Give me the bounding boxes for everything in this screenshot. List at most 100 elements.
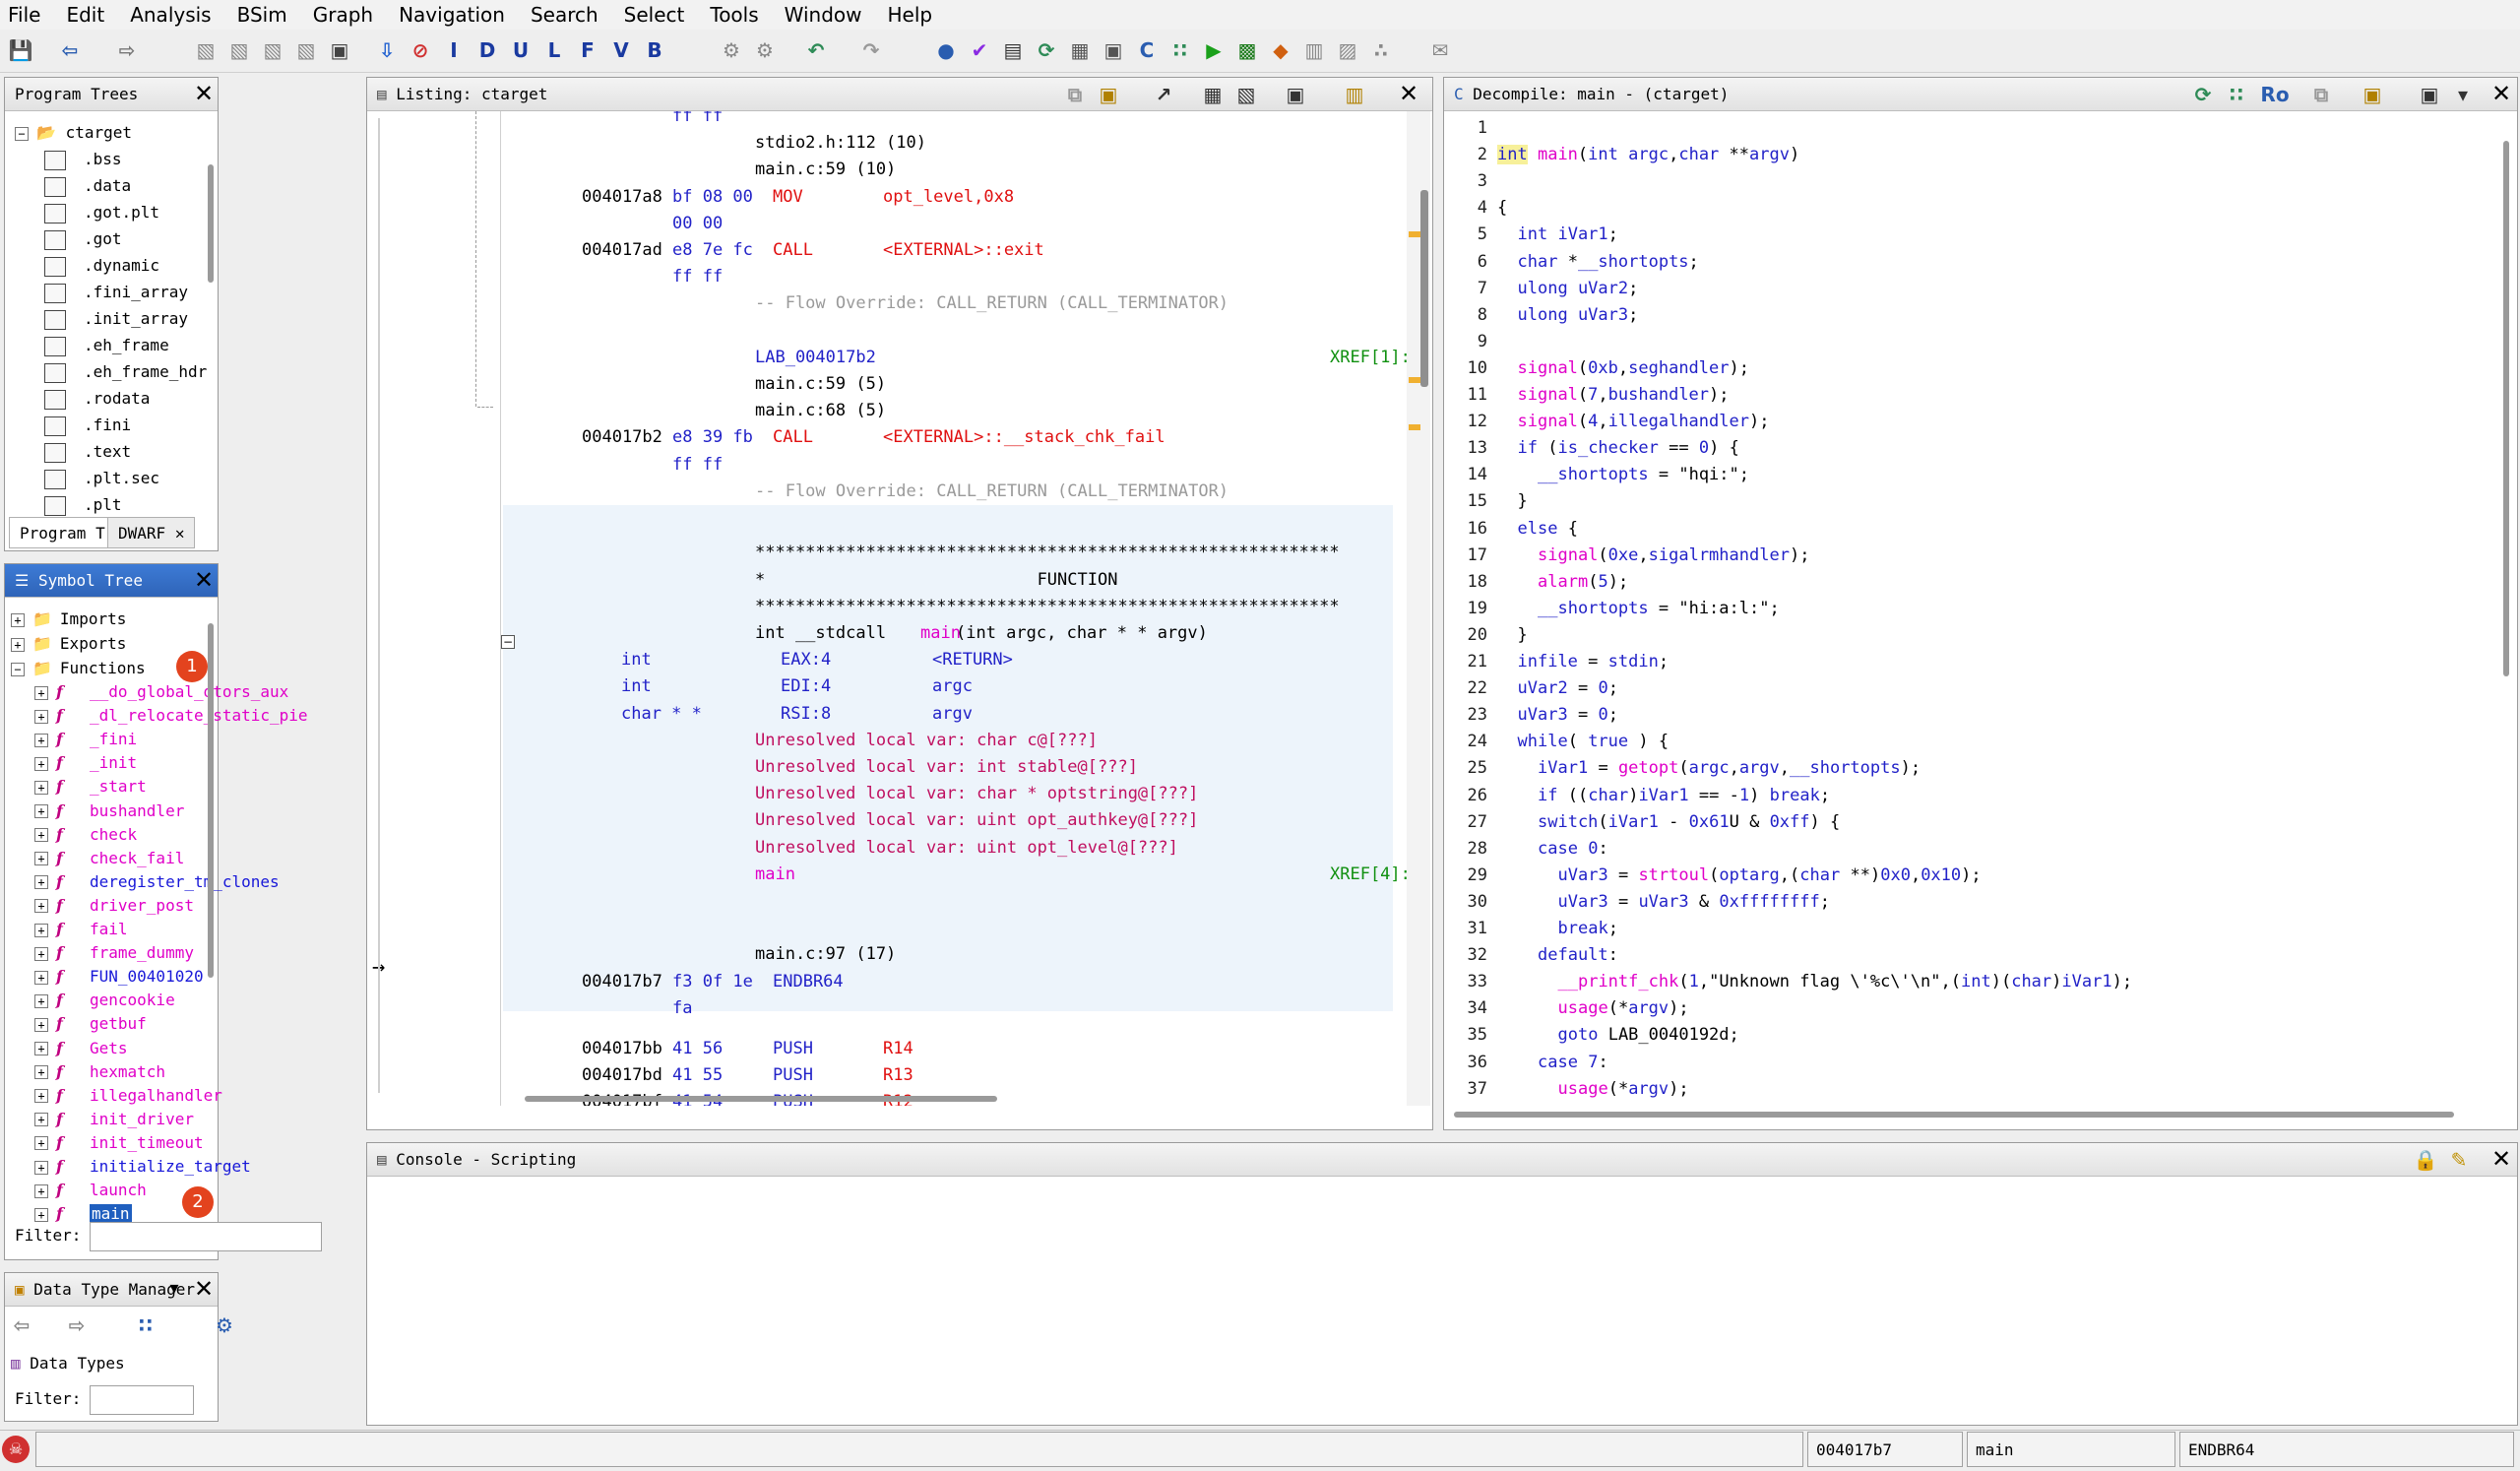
expand-icon[interactable]: + (34, 993, 48, 1008)
camera-icon[interactable]: ▣ (1101, 37, 1126, 63)
tree-icon[interactable]: ∴ (1368, 37, 1394, 63)
function-item[interactable]: + f _fini (34, 728, 137, 751)
expand-icon[interactable]: + (34, 1183, 48, 1198)
function-item[interactable]: + f Gets (34, 1037, 128, 1060)
symbol-tree-scrollbar[interactable] (208, 623, 214, 978)
listing-line[interactable]: 00 00 (503, 211, 1393, 237)
data-types-root[interactable]: ▥ Data Types (11, 1352, 125, 1375)
listing-line[interactable]: stdio2.h:112 (10) (503, 130, 1393, 157)
decompile-body[interactable]: 1 2 int main(int argc,char **argv) 3 4{5 int… (1444, 113, 2497, 1098)
graph-icon[interactable]: ∷ (1167, 37, 1193, 63)
function-item[interactable]: + f init_timeout (34, 1131, 204, 1155)
listing-scrollbar[interactable] (1420, 190, 1428, 387)
function-item[interactable]: + f frame_dummy (34, 941, 194, 965)
listing-line[interactable]: Unresolved local var: uint opt_authkey@[… (503, 807, 1393, 834)
cursor-icon[interactable]: ↗ (1151, 82, 1176, 107)
ghidra-dragon-icon[interactable]: ☠ (2, 1436, 30, 1463)
function-item[interactable]: + f deregister_tm_clones (34, 870, 280, 894)
table-icon[interactable]: ▥ (1301, 37, 1327, 63)
decompile-line[interactable]: 18 alarm(5); (1444, 569, 2497, 596)
listing-line[interactable]: -- Flow Override: CALL_RETURN (CALL_TERM… (503, 290, 1393, 317)
close-icon[interactable]: ✕ (1397, 82, 1420, 105)
back-icon[interactable]: ⇦ (9, 1312, 34, 1338)
forward-icon[interactable]: ⇨ (64, 1312, 90, 1338)
decompile-hscrollbar[interactable] (1454, 1112, 2454, 1118)
listing-line[interactable]: ff ff (503, 452, 1393, 479)
expand-icon[interactable]: + (34, 1207, 48, 1222)
tree-item[interactable]: .rodata (44, 387, 150, 411)
decompile-line[interactable]: 10 signal(0xb,seghandler); (1444, 355, 2497, 382)
menu-edit[interactable]: Edit (66, 3, 104, 27)
tab-dwarf[interactable]: DWARF ✕ (107, 517, 196, 548)
copy-icon[interactable]: ⧉ (2308, 82, 2334, 107)
listing-line[interactable]: -- Flow Override: CALL_RETURN (CALL_TERM… (503, 479, 1393, 505)
copy-icon[interactable]: ⧉ (1062, 82, 1088, 107)
expand-icon[interactable]: + (34, 685, 48, 700)
decompile-line[interactable]: 9 (1444, 329, 2497, 355)
expand-icon[interactable]: + (34, 875, 48, 890)
listing-line[interactable]: 004017b2 e8 39 fb CALL <EXTERNAL>::__stack_… (503, 424, 1393, 451)
menu-graph[interactable]: Graph (313, 3, 373, 27)
function-item[interactable]: + f init_driver (34, 1108, 194, 1131)
menu-navigation[interactable]: Navigation (399, 3, 505, 27)
function-item[interactable]: + f check_fail (34, 847, 184, 870)
decompile-line[interactable]: 17 signal(0xe,sigalrmhandler); (1444, 543, 2497, 569)
menu-search[interactable]: Search (531, 3, 598, 27)
listing-hscrollbar[interactable] (525, 1096, 997, 1102)
function-item[interactable]: + f __do_global_dtors_aux (34, 680, 288, 704)
expand-icon[interactable]: + (34, 899, 48, 914)
decompile-line[interactable]: 37 usage(*argv); (1444, 1076, 2497, 1098)
close-icon[interactable]: ✕ (2489, 82, 2513, 105)
decompile-line[interactable]: 4{ (1444, 195, 2497, 222)
edit-icon[interactable]: ▣ (2360, 82, 2385, 107)
close-icon[interactable]: ✕ (175, 524, 185, 543)
decompile-line[interactable]: 19 __shortopts = "hi:a:l:"; (1444, 596, 2497, 622)
tree-icon[interactable]: ∷ (133, 1312, 158, 1338)
listing-line[interactable]: main.c:68 (5) (503, 398, 1393, 424)
listing-line[interactable]: 004017b7 f3 0f 1e ENDBR64 (503, 969, 1393, 995)
tree-item[interactable]: .data (44, 174, 131, 198)
graph-icon[interactable]: ∷ (2224, 82, 2249, 107)
function-item[interactable]: + f gencookie (34, 989, 175, 1012)
nav-data-icon[interactable]: ▧ (293, 37, 319, 63)
function-item[interactable]: + f FUN_00401020 (34, 965, 204, 989)
collapse-icon[interactable]: − (501, 635, 515, 649)
expand-icon[interactable]: + (34, 733, 48, 747)
listing-line[interactable]: Unresolved local var: char c@[???] (503, 728, 1393, 754)
fields-icon[interactable]: ▦ (1200, 82, 1226, 107)
expand-icon[interactable]: + (34, 852, 48, 866)
symbol-folder[interactable]: − 📁 Functions (11, 657, 146, 680)
tree-item[interactable]: .fini (44, 414, 131, 437)
nav-d-icon[interactable]: D (474, 37, 500, 63)
nav-i-icon[interactable]: I (441, 37, 467, 63)
function-item[interactable]: + f driver_post (34, 894, 194, 918)
menu-window[interactable]: Window (785, 3, 862, 27)
clear-icon[interactable]: ⚙ (752, 37, 778, 63)
decompile-line[interactable]: 14 __shortopts = "hqi:"; (1444, 462, 2497, 488)
expand-icon[interactable]: + (11, 612, 25, 627)
decompile-line[interactable]: 29 uVar3 = strtoul(optarg,(char **)0x0,0… (1444, 863, 2497, 889)
decompile-scrollbar[interactable] (2503, 141, 2509, 676)
function-item[interactable]: + f _dl_relocate_static_pie (34, 704, 308, 728)
chevron-down-icon[interactable]: ▾ (162, 1277, 186, 1301)
listing-overview-bar[interactable] (1407, 111, 1430, 1106)
read-only-icon[interactable]: Ro (2257, 82, 2293, 107)
listing-line[interactable]: int EAX:4 <RETURN> (503, 647, 1393, 673)
nav-highlight-icon[interactable]: ▧ (260, 37, 285, 63)
function-item[interactable]: + f _start (34, 775, 147, 799)
decompile-line[interactable]: 15 } (1444, 488, 2497, 515)
nav-b-icon[interactable]: B (642, 37, 667, 63)
back-icon[interactable]: ⇦ (57, 37, 83, 63)
refresh-icon[interactable]: ⟳ (2190, 82, 2216, 107)
function-item[interactable]: + f _init (34, 751, 137, 775)
listing-line[interactable]: Unresolved local var: uint opt_level@[??… (503, 835, 1393, 862)
tree-item[interactable]: .eh_frame (44, 334, 169, 357)
undo-icon[interactable]: ↶ (803, 37, 829, 63)
function-item[interactable]: + f launch (34, 1179, 147, 1202)
expand-icon[interactable]: + (34, 828, 48, 843)
expand-icon[interactable]: + (34, 970, 48, 985)
refresh-icon[interactable]: ⟳ (1034, 37, 1059, 63)
decompile-line[interactable]: 11 signal(7,bushandler); (1444, 382, 2497, 409)
listing-line[interactable]: 004017ad e8 7e fc CALL <EXTERNAL>::exit (503, 237, 1393, 264)
symbol-folder[interactable]: + 📁 Imports (11, 608, 126, 631)
